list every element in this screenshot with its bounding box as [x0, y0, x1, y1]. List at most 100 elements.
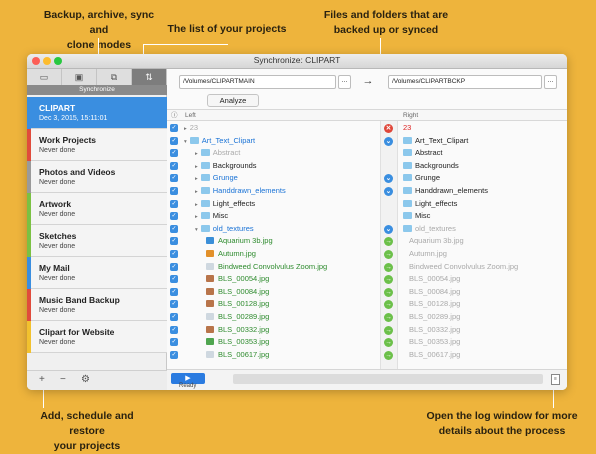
copy-right-arrow-icon[interactable]: → [384, 275, 393, 285]
analyze-button[interactable]: Analyze [207, 94, 259, 107]
copy-right-arrow-icon[interactable]: → [384, 300, 393, 310]
copy-right-arrow-icon[interactable]: → [384, 287, 393, 297]
settings-gear-icon[interactable]: ⚙ [81, 374, 90, 385]
copy-right-arrow-icon[interactable]: → [384, 350, 393, 360]
file-row[interactable]: ✓ ▸ 23 ✕ 23 [167, 122, 567, 135]
right-item: BLS_00289.jpg [409, 311, 460, 324]
disclosure-closed-icon[interactable]: ▸ [195, 164, 198, 170]
project-item[interactable]: CLIPART Dec 3, 2015, 15:11:01 [27, 97, 167, 129]
project-status: Never done [39, 307, 76, 314]
remove-project-button[interactable]: − [60, 374, 66, 385]
right-browse-button[interactable]: ... [544, 75, 557, 89]
expand-sync-icon[interactable]: ⌄ [384, 187, 393, 196]
row-checkbox[interactable]: ✓ [170, 300, 178, 309]
file-row[interactable]: ✓ ▸ Abstract Abstract [167, 147, 567, 160]
expand-sync-icon[interactable]: ⌄ [384, 136, 393, 146]
disclosure-closed-icon[interactable]: ▸ [195, 176, 198, 182]
row-checkbox[interactable]: ✓ [170, 262, 178, 271]
file-row[interactable]: ✓ BLS_00128.jpg → BLS_00128.jpg [167, 298, 567, 311]
row-checkbox[interactable]: ✓ [170, 161, 178, 170]
file-row[interactable]: ✓ BLS_00289.jpg → BLS_00289.jpg [167, 311, 567, 324]
disclosure-closed-icon[interactable]: ▸ [195, 214, 198, 220]
sync-direction-arrow-icon[interactable]: → [358, 74, 378, 89]
file-row[interactable]: ✓ BLS_00617.jpg → BLS_00617.jpg [167, 349, 567, 362]
left-browse-button[interactable]: ... [338, 75, 351, 89]
row-checkbox[interactable]: ✓ [170, 224, 178, 233]
file-row[interactable]: ✓ ▾ Art_Text_Clipart ⌄ Art_Text_Clipart [167, 135, 567, 148]
file-row[interactable]: ✓ Autumn.jpg → Autumn.jpg [167, 248, 567, 261]
row-checkbox[interactable]: ✓ [170, 250, 178, 258]
file-row[interactable]: ✓ ▸ Backgrounds Backgrounds [167, 160, 567, 173]
info-icon: ⓘ [171, 112, 178, 119]
right-item-name: BLS_00617.jpg [409, 349, 461, 359]
backup-mode-tab[interactable]: ▭ [27, 69, 62, 85]
copy-right-arrow-icon[interactable]: → [384, 325, 393, 335]
callout-modes-line1: Backup, archive, sync and [43, 9, 155, 36]
project-item[interactable]: Artwork Never done [27, 193, 167, 225]
row-checkbox[interactable]: ✓ [170, 212, 178, 221]
left-path-field[interactable]: /Volumes/CLIPARTMAIN [179, 75, 336, 89]
left-item: BLS_00353.jpg [206, 336, 269, 349]
file-row[interactable]: ✓ ▸ Grunge ⌄ Grunge [167, 172, 567, 185]
file-row[interactable]: ✓ ▸ Handdrawn_elements ⌄ Handdrawn_elements [167, 185, 567, 198]
row-checkbox[interactable]: ✓ [170, 136, 178, 145]
log-window-document-icon[interactable]: ≡ [551, 374, 560, 385]
row-checkbox[interactable]: ✓ [170, 174, 178, 183]
columns-header: ⓘ Left Right [167, 109, 567, 121]
disclosure-closed-icon[interactable]: ▸ [195, 189, 198, 195]
copy-right-arrow-icon[interactable]: → [384, 262, 393, 272]
expand-sync-icon[interactable]: ⌄ [384, 224, 393, 234]
folder-icon [403, 224, 412, 232]
disclosure-closed-icon[interactable]: ▸ [184, 126, 187, 132]
file-row[interactable]: ✓ BLS_00054.jpg → BLS_00054.jpg [167, 273, 567, 286]
row-checkbox[interactable]: ✓ [170, 237, 178, 246]
copy-right-arrow-icon[interactable]: → [384, 237, 393, 247]
copy-right-arrow-icon[interactable]: → [384, 313, 393, 322]
archive-mode-tab[interactable]: ▣ [62, 69, 97, 85]
file-row[interactable]: ✓ BLS_00332.jpg → BLS_00332.jpg [167, 324, 567, 337]
copy-right-arrow-icon[interactable]: → [384, 250, 393, 259]
project-item[interactable]: Music Band Backup Never done [27, 289, 167, 321]
file-row[interactable]: ✓ ▸ Light_effects Light_effects [167, 198, 567, 211]
row-checkbox[interactable]: ✓ [170, 325, 178, 334]
folder-icon [403, 161, 412, 169]
left-item: ▸ Light_effects [195, 198, 255, 212]
project-item[interactable]: Clipart for Website Never done [27, 321, 167, 353]
row-checkbox[interactable]: ✓ [170, 287, 178, 296]
row-checkbox[interactable]: ✓ [170, 350, 178, 359]
row-checkbox[interactable]: ✓ [170, 124, 178, 132]
project-item[interactable]: Sketches Never done [27, 225, 167, 257]
copy-right-arrow-icon[interactable]: → [384, 338, 393, 348]
right-item: BLS_00128.jpg [409, 298, 460, 311]
row-checkbox[interactable]: ✓ [170, 199, 178, 208]
conflict-x-icon[interactable]: ✕ [384, 124, 393, 133]
row-checkbox[interactable]: ✓ [170, 149, 178, 158]
right-item: 23 [403, 122, 411, 135]
file-row[interactable]: ✓ ▸ Misc Misc [167, 210, 567, 223]
row-checkbox[interactable]: ✓ [170, 338, 178, 347]
row-checkbox[interactable]: ✓ [170, 313, 178, 321]
file-row[interactable]: ✓ BLS_00353.jpg → BLS_00353.jpg [167, 336, 567, 349]
clone-mode-tab[interactable]: ⧉ [97, 69, 132, 85]
disclosure-closed-icon[interactable]: ▸ [195, 202, 198, 208]
add-project-button[interactable]: + [39, 374, 45, 385]
row-checkbox[interactable]: ✓ [170, 187, 178, 195]
file-row[interactable]: ✓ BLS_00084.jpg → BLS_00084.jpg [167, 286, 567, 299]
disclosure-closed-icon[interactable]: ▸ [195, 151, 198, 157]
project-item[interactable]: Photos and Videos Never done [27, 161, 167, 193]
clone-icon: ⧉ [110, 72, 118, 82]
disclosure-open-icon[interactable]: ▾ [195, 227, 198, 233]
project-item[interactable]: My Mail Never done [27, 257, 167, 289]
sync-mode-tab[interactable]: ⇅ [132, 69, 167, 85]
expand-sync-icon[interactable]: ⌄ [384, 174, 393, 184]
row-checkbox[interactable]: ✓ [170, 275, 178, 284]
sidebar: ▭ ▣ ⧉ ⇅ Synchronize CLIPART Dec 3, 2015, … [27, 69, 167, 390]
disclosure-open-icon[interactable]: ▾ [184, 139, 187, 145]
project-name: Sketches [39, 231, 77, 241]
project-item[interactable]: Work Projects Never done [27, 129, 167, 161]
file-row[interactable]: ✓ Bindweed Convolvulus Zoom.jpg → Bindweed … [167, 261, 567, 274]
file-row[interactable]: ✓ ▾ old_textures ⌄ old_textures [167, 223, 567, 236]
file-row[interactable]: ✓ Aquarium 3b.jpg → Aquarium 3b.jpg [167, 235, 567, 248]
right-item-name: Bindweed Convolvulus Zoom.jpg [409, 261, 519, 271]
right-path-field[interactable]: /Volumes/CLIPARTBCKP [388, 75, 542, 89]
